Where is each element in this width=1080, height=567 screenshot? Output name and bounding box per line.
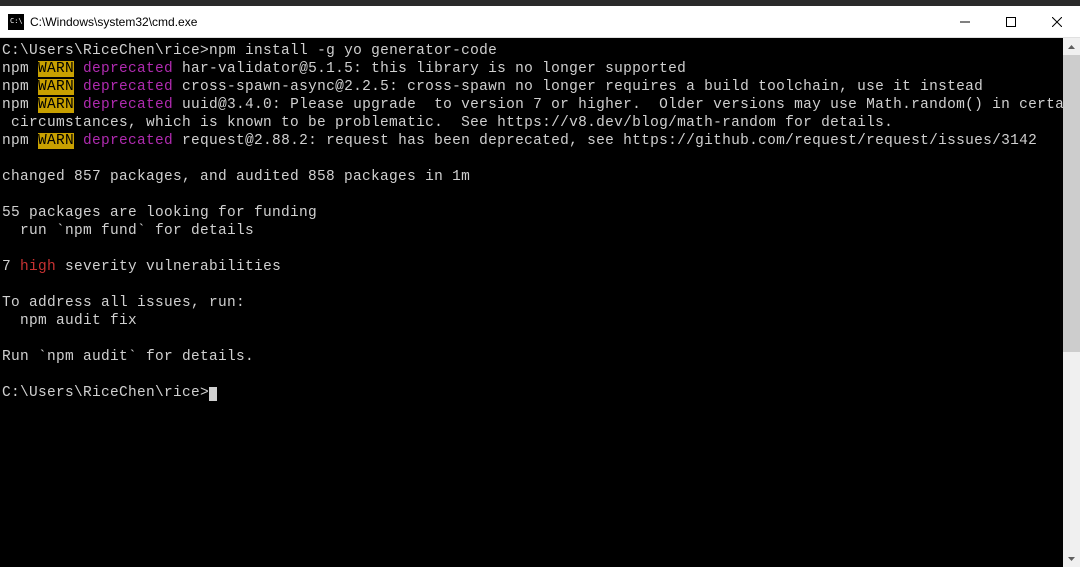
warn-message: request@2.88.2: request has been depreca… bbox=[173, 133, 1037, 149]
blank-line bbox=[2, 276, 1063, 294]
blank-line bbox=[2, 150, 1063, 168]
blank-line bbox=[2, 240, 1063, 258]
warn-line: npm WARN deprecated request@2.88.2: requ… bbox=[2, 132, 1063, 150]
blank-line bbox=[2, 366, 1063, 384]
npm-prefix: npm bbox=[2, 97, 38, 113]
svg-text:C:\: C:\ bbox=[10, 17, 23, 25]
deprecated-label: deprecated bbox=[74, 97, 173, 113]
warn-continuation: circumstances, which is known to be prob… bbox=[2, 114, 1063, 132]
warn-message: har-validator@5.1.5: this library is no … bbox=[173, 61, 686, 77]
window-controls bbox=[942, 6, 1080, 37]
blank-line bbox=[2, 330, 1063, 348]
warn-line: npm WARN deprecated uuid@3.4.0: Please u… bbox=[2, 96, 1063, 114]
warn-badge: WARN bbox=[38, 97, 74, 113]
prompt: C:\Users\RiceChen\rice> bbox=[2, 43, 209, 59]
terminal-area: C:\Users\RiceChen\rice>npm install -g yo… bbox=[0, 38, 1080, 567]
warn-badge: WARN bbox=[38, 61, 74, 77]
titlebar[interactable]: C:\ C:\Windows\system32\cmd.exe bbox=[0, 6, 1080, 38]
prompt: C:\Users\RiceChen\rice> bbox=[2, 385, 209, 401]
window-title: C:\Windows\system32\cmd.exe bbox=[30, 15, 942, 29]
scroll-down-button[interactable] bbox=[1063, 550, 1080, 567]
severity-high: high bbox=[20, 259, 56, 275]
scroll-up-button[interactable] bbox=[1063, 38, 1080, 55]
close-button[interactable] bbox=[1034, 6, 1080, 37]
vuln-text: severity vulnerabilities bbox=[56, 259, 281, 275]
warn-message: cross-spawn-async@2.2.5: cross-spawn no … bbox=[173, 79, 983, 95]
warn-badge: WARN bbox=[38, 133, 74, 149]
funding-detail: run `npm fund` for details bbox=[2, 222, 1063, 240]
address-line: To address all issues, run: bbox=[2, 294, 1063, 312]
warn-line: npm WARN deprecated cross-spawn-async@2.… bbox=[2, 78, 1063, 96]
scroll-track[interactable] bbox=[1063, 55, 1080, 550]
vertical-scrollbar[interactable] bbox=[1063, 38, 1080, 567]
maximize-button[interactable] bbox=[988, 6, 1034, 37]
command-text: npm install -g yo generator-code bbox=[209, 43, 497, 59]
funding-line: 55 packages are looking for funding bbox=[2, 204, 1063, 222]
vuln-count: 7 bbox=[2, 259, 20, 275]
warn-message: uuid@3.4.0: Please upgrade to version 7 … bbox=[173, 97, 1063, 113]
deprecated-label: deprecated bbox=[74, 61, 173, 77]
blank-line bbox=[2, 186, 1063, 204]
terminal-output[interactable]: C:\Users\RiceChen\rice>npm install -g yo… bbox=[0, 38, 1063, 567]
cmd-icon: C:\ bbox=[8, 14, 24, 30]
cmd-window: C:\ C:\Windows\system32\cmd.exe C:\Users… bbox=[0, 0, 1080, 567]
cursor bbox=[209, 387, 217, 401]
audit-fix-line: npm audit fix bbox=[2, 312, 1063, 330]
changed-line: changed 857 packages, and audited 858 pa… bbox=[2, 168, 1063, 186]
minimize-button[interactable] bbox=[942, 6, 988, 37]
deprecated-label: deprecated bbox=[74, 79, 173, 95]
command-line: C:\Users\RiceChen\rice>npm install -g yo… bbox=[2, 42, 1063, 60]
deprecated-label: deprecated bbox=[74, 133, 173, 149]
vulnerabilities-line: 7 high severity vulnerabilities bbox=[2, 258, 1063, 276]
audit-line: Run `npm audit` for details. bbox=[2, 348, 1063, 366]
npm-prefix: npm bbox=[2, 79, 38, 95]
npm-prefix: npm bbox=[2, 61, 38, 77]
warn-line: npm WARN deprecated har-validator@5.1.5:… bbox=[2, 60, 1063, 78]
npm-prefix: npm bbox=[2, 133, 38, 149]
warn-badge: WARN bbox=[38, 79, 74, 95]
prompt-line: C:\Users\RiceChen\rice> bbox=[2, 384, 1063, 402]
scroll-thumb[interactable] bbox=[1063, 55, 1080, 352]
